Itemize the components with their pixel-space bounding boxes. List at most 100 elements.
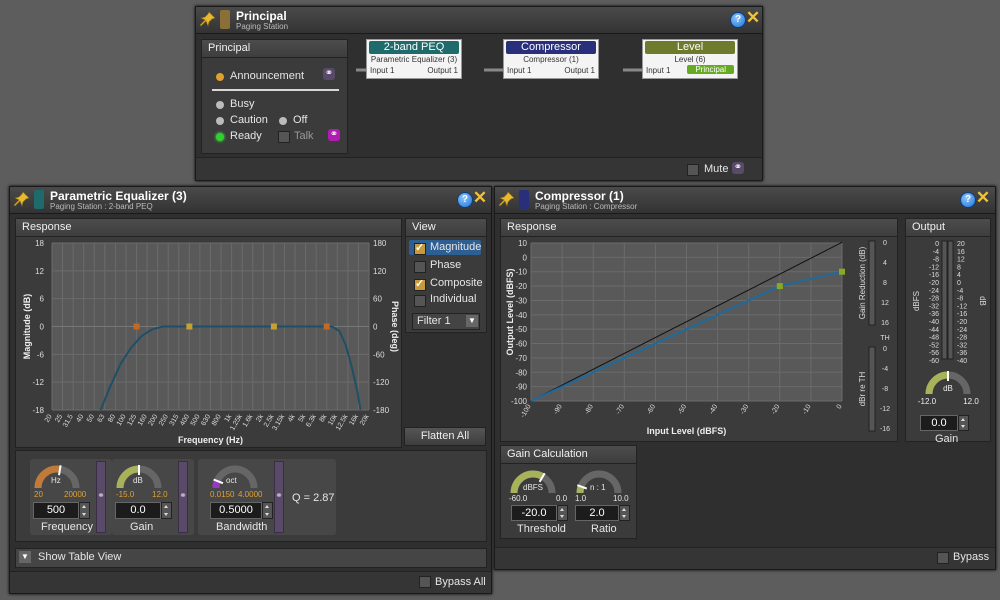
rt-tick-label: -12 — [880, 406, 890, 413]
threshold-input[interactable]: -20.0 — [511, 505, 557, 521]
peq-block[interactable]: 2-band PEQ Parametric Equalizer (3) Inpu… — [366, 39, 462, 79]
link-icon[interactable]: ⚭ — [95, 489, 107, 501]
eq-color-swatch — [34, 190, 44, 209]
window-titlebar[interactable]: Principal Paging Station ? ✕ — [196, 7, 762, 34]
expand-icon[interactable]: ▼ — [19, 551, 31, 563]
talk-checkbox[interactable] — [278, 131, 290, 143]
ratio-max: 10.0 — [613, 494, 629, 503]
compressor-transfer-chart[interactable]: -100 -90 -80 -70 -60 -50 -40 -30 -20 -10 0100-10-2… — [501, 237, 897, 441]
ratio-min: 1.0 — [575, 494, 587, 503]
y2-tick-label: 180 — [373, 239, 387, 248]
threshold-stepper[interactable] — [557, 505, 568, 521]
window-titlebar[interactable]: Compressor (1) Paging Station : Compress… — [495, 187, 995, 214]
flatten-all-button[interactable]: Flatten All — [404, 427, 486, 446]
window-titlebar[interactable]: Parametric Equalizer (3) Paging Station … — [10, 187, 491, 214]
output-gain-stepper[interactable] — [958, 415, 969, 431]
status-bar — [196, 157, 762, 180]
x-tick-label: 100 — [116, 413, 128, 427]
bandwidth-stepper[interactable] — [262, 502, 273, 519]
input-port-label: Input 1 — [370, 66, 395, 75]
bandwidth-input[interactable]: 0.5000 — [210, 502, 262, 519]
output-gain-knob[interactable]: dB -12.0 12.0 — [918, 371, 979, 406]
eq-response-chart[interactable]: 20 2531.5 40 50 63 80100125160200250315400500… — [16, 237, 401, 447]
link-icon[interactable]: ⚭ — [273, 489, 285, 501]
output-level-meter — [947, 240, 954, 360]
rt-tick-label: 0 — [883, 346, 887, 353]
db-tick-label: 0 — [957, 280, 961, 287]
compressor-window: Compressor (1) Paging Station : Compress… — [494, 186, 996, 570]
filter-select[interactable]: Filter 1 ▼ — [412, 313, 480, 330]
bypass-label: Bypass — [953, 551, 990, 563]
pin-icon[interactable] — [200, 11, 216, 27]
bypass-all-checkbox[interactable] — [419, 576, 431, 588]
y2-tick-label: -60 — [373, 350, 385, 359]
x-tick-label: 250 — [158, 413, 170, 427]
help-icon[interactable]: ? — [960, 192, 976, 208]
threshold-label: Threshold — [517, 523, 566, 535]
close-icon[interactable]: ✕ — [745, 9, 761, 26]
talk-label: Talk — [294, 130, 314, 142]
ratio-input[interactable]: 2.0 — [575, 505, 619, 521]
dbfs-tick-label: -28 — [929, 296, 939, 303]
y-tick-label: 0 — [40, 323, 45, 332]
mute-label: Mute — [704, 163, 729, 175]
chevron-down-icon[interactable]: ▼ — [466, 315, 478, 327]
composite-checkbox[interactable] — [414, 277, 426, 291]
block-title: Level — [645, 41, 735, 54]
input-port-label: Input 1 — [507, 66, 532, 75]
link-icon[interactable]: ⚭ — [177, 489, 189, 501]
close-icon[interactable]: ✕ — [472, 189, 488, 206]
threshold-max: 0.0 — [556, 494, 568, 503]
db-tick-label: -4 — [957, 288, 963, 295]
y-tick-label: 0 — [523, 253, 528, 262]
block-title: Compressor — [506, 41, 596, 54]
input-port-label: Input 1 — [646, 66, 671, 75]
magnitude-checkbox[interactable] — [414, 241, 426, 255]
output-port-label: Output 1 — [427, 66, 458, 75]
y-tick-label: -20 — [515, 282, 527, 291]
bypass-checkbox[interactable] — [937, 552, 949, 564]
block-subtitle: Parametric Equalizer (3) — [370, 55, 458, 64]
panel-title: Response — [22, 221, 72, 233]
ratio-stepper[interactable] — [619, 505, 630, 521]
dbfs-tick-label: -20 — [929, 280, 939, 287]
link-icon[interactable]: ⚭ — [732, 162, 744, 174]
help-icon[interactable]: ? — [730, 12, 746, 28]
paging-station-window: Principal Paging Station ? ✕ Principal A… — [195, 6, 763, 181]
gain-min: -15.0 — [116, 490, 135, 499]
phase-label: Phase — [430, 259, 462, 271]
level-block[interactable]: Level Level (6) Input 1 Principal — [642, 39, 738, 79]
pin-icon[interactable] — [499, 191, 515, 207]
link-icon[interactable]: ⚭ — [328, 129, 340, 141]
gain-stepper[interactable] — [161, 502, 172, 519]
y-axis-label: Magnitude (dB) — [22, 294, 32, 360]
bandwidth-min: 0.0150 — [210, 490, 235, 499]
x-tick-label: 6.3k — [305, 413, 318, 428]
x-tick-label: 0 — [836, 403, 844, 410]
gain-calculation-panel: Gain Calculation dBFS -60.0 0.0 -20.0 Th… — [500, 445, 637, 539]
y2-tick-label: 0 — [373, 323, 378, 332]
x-tick-label: -80 — [584, 403, 595, 415]
gr-tick-label: 4 — [883, 260, 887, 267]
frequency-stepper[interactable] — [79, 502, 90, 519]
compressor-block[interactable]: Compressor Compressor (1) Input 1 Output… — [503, 39, 599, 79]
gr-tick-label: 0 — [883, 240, 887, 247]
close-icon[interactable]: ✕ — [975, 189, 991, 206]
announcement-label[interactable]: Announcement — [230, 70, 304, 82]
frequency-input[interactable]: 500 — [33, 502, 79, 519]
response-panel: Response 20 25 31.5 40 50 63 80 100 125 160 200 250… — [15, 218, 402, 448]
bandwidth-label: Bandwidth — [216, 521, 268, 533]
gain-max: 12.0 — [152, 490, 168, 499]
pin-icon[interactable] — [14, 191, 30, 207]
mute-checkbox[interactable] — [687, 164, 699, 176]
y-tick-label: 18 — [35, 239, 44, 248]
output-gain-input[interactable]: 0.0 — [920, 415, 958, 431]
phase-checkbox[interactable] — [414, 261, 426, 273]
threshold-min: -60.0 — [509, 494, 528, 503]
link-icon[interactable]: ⚭ — [323, 68, 335, 80]
gain-input[interactable]: 0.0 — [115, 502, 161, 519]
help-icon[interactable]: ? — [457, 192, 473, 208]
table-view-bar[interactable]: ▼ Show Table View — [15, 548, 487, 568]
block-subtitle: Compressor (1) — [523, 55, 579, 64]
individual-checkbox[interactable] — [414, 295, 426, 307]
